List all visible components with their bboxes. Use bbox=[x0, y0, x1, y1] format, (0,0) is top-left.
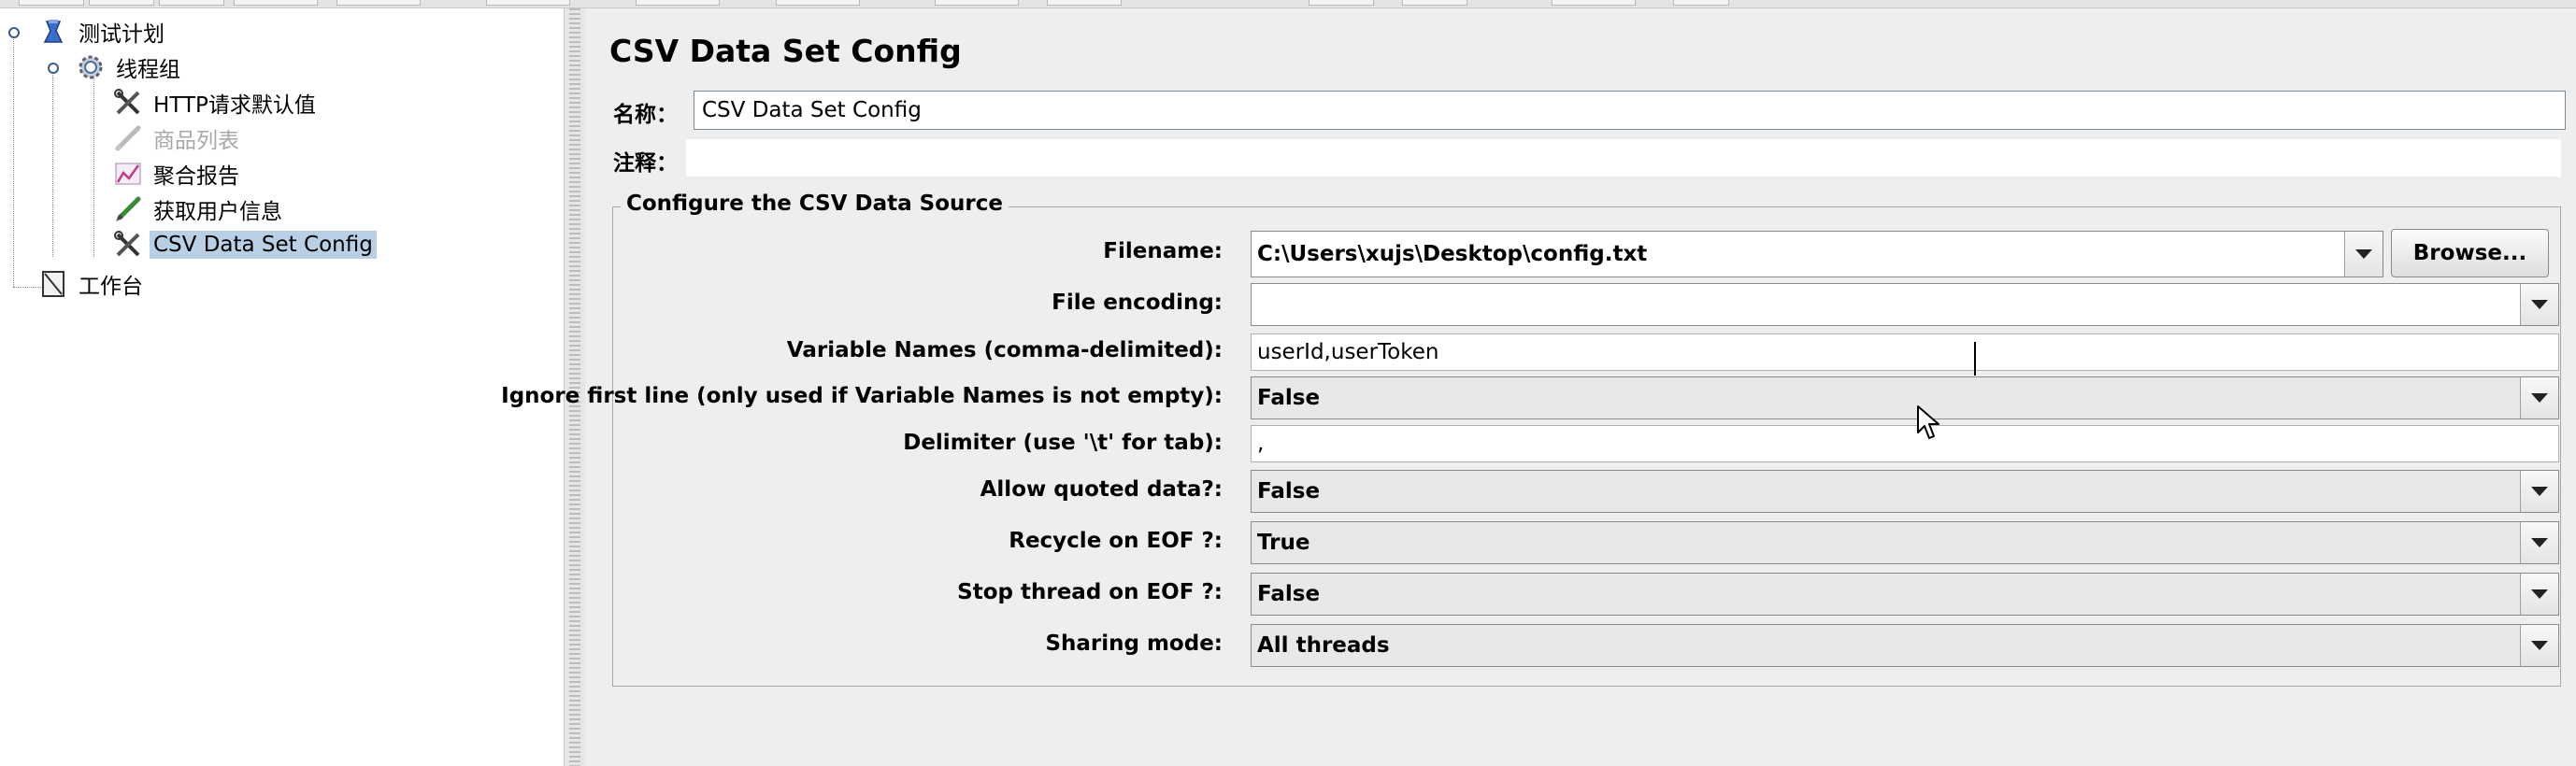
delimiter-label: Delimiter (use '\t' for tab): bbox=[903, 431, 1223, 455]
workbench-icon bbox=[37, 268, 69, 300]
thread-group-gear-icon bbox=[75, 51, 107, 83]
toolbar-button[interactable] bbox=[234, 0, 318, 6]
text-caret bbox=[1974, 342, 1976, 376]
page-title: CSV Data Set Config bbox=[609, 33, 962, 69]
toolbar-button[interactable] bbox=[935, 0, 1019, 6]
quoted-data-value[interactable]: False bbox=[1252, 471, 2520, 512]
encoding-label: File encoding: bbox=[1052, 291, 1223, 315]
tree-item-label: 工作台 bbox=[79, 275, 143, 299]
tree-item-thread-group[interactable]: 线程组 bbox=[75, 50, 184, 85]
filename-label: Filename: bbox=[1103, 239, 1223, 263]
variable-names-input[interactable]: userId,userToken bbox=[1251, 333, 2559, 371]
toolbar-button[interactable] bbox=[1047, 0, 1122, 6]
filename-value[interactable]: C:\Users\xujs\Desktop\config.txt bbox=[1252, 232, 2344, 277]
toolbar-button[interactable] bbox=[776, 0, 860, 6]
mouse-pointer-icon bbox=[1916, 404, 1944, 442]
tree-connector bbox=[13, 35, 14, 287]
chevron-down-icon[interactable] bbox=[2344, 232, 2383, 277]
test-plan-tree[interactable]: 测试计划 线程组 HTTP请求默认值 商品列表 聚合报告 获取用户信息 CSV … bbox=[0, 8, 565, 766]
stop-thread-value[interactable]: False bbox=[1252, 574, 2520, 615]
chevron-down-icon[interactable] bbox=[2520, 284, 2558, 325]
toolbar-button[interactable] bbox=[1552, 0, 1636, 6]
tree-item-label: HTTP请求默认值 bbox=[153, 93, 316, 118]
listener-chart-icon bbox=[112, 158, 144, 190]
toolbar-button[interactable] bbox=[486, 0, 570, 6]
chevron-down-icon[interactable] bbox=[2520, 625, 2558, 666]
recycle-label: Recycle on EOF ?: bbox=[1009, 529, 1223, 553]
tree-item-workbench[interactable]: 工作台 bbox=[37, 266, 147, 302]
stop-thread-label: Stop thread on EOF ?: bbox=[957, 580, 1223, 604]
sampler-pencil-icon bbox=[112, 122, 144, 154]
config-wrench-icon bbox=[112, 87, 144, 119]
name-field[interactable]: CSV Data Set Config bbox=[694, 91, 2566, 130]
tree-item-label: CSV Data Set Config bbox=[150, 231, 377, 259]
sampler-pencil-icon bbox=[112, 193, 144, 225]
chevron-down-icon[interactable] bbox=[2520, 574, 2558, 615]
sharing-mode-label: Sharing mode: bbox=[1045, 631, 1223, 656]
tree-item-label: 测试计划 bbox=[79, 22, 165, 47]
delimiter-input[interactable]: , bbox=[1251, 425, 2559, 462]
encoding-combo[interactable] bbox=[1251, 283, 2559, 326]
config-panel: CSV Data Set Config 名称： CSV Data Set Con… bbox=[501, 8, 2576, 766]
chevron-down-icon[interactable] bbox=[2520, 522, 2558, 563]
toolbar-button[interactable] bbox=[1673, 0, 1729, 6]
recycle-combo[interactable]: True bbox=[1251, 521, 2559, 564]
name-label: 名称： bbox=[613, 103, 678, 127]
toolbar bbox=[0, 0, 2576, 8]
toolbar-button[interactable] bbox=[89, 0, 154, 6]
encoding-value[interactable] bbox=[1252, 284, 2520, 325]
sharing-mode-combo[interactable]: All threads bbox=[1251, 624, 2559, 667]
tree-item-get-user-info[interactable]: 获取用户信息 bbox=[112, 192, 286, 227]
tree-connector bbox=[52, 70, 53, 257]
tree-item-product-list[interactable]: 商品列表 bbox=[112, 121, 243, 156]
ignore-first-line-combo[interactable]: False bbox=[1251, 376, 2559, 419]
config-wrench-icon bbox=[112, 229, 144, 261]
tree-item-label: 商品列表 bbox=[153, 129, 239, 153]
tree-item-label: 聚合报告 bbox=[153, 164, 239, 189]
toolbar-button[interactable] bbox=[636, 0, 720, 6]
toolbar-button[interactable] bbox=[1402, 0, 1467, 6]
comment-field[interactable] bbox=[686, 139, 2561, 177]
browse-button[interactable]: Browse... bbox=[2391, 229, 2549, 277]
tree-connector bbox=[93, 70, 94, 257]
tree-item-csv-data-set-config[interactable]: CSV Data Set Config bbox=[112, 227, 377, 262]
recycle-value[interactable]: True bbox=[1252, 522, 2520, 563]
variable-names-label: Variable Names (comma-delimited): bbox=[786, 338, 1223, 362]
stop-thread-combo[interactable]: False bbox=[1251, 573, 2559, 616]
collapse-toggle-icon[interactable] bbox=[7, 25, 21, 38]
sharing-mode-value[interactable]: All threads bbox=[1252, 625, 2520, 666]
toolbar-button[interactable] bbox=[159, 0, 224, 6]
chevron-down-icon[interactable] bbox=[2520, 377, 2558, 418]
chevron-down-icon[interactable] bbox=[2520, 471, 2558, 512]
group-title: Configure the CSV Data Source bbox=[621, 192, 1009, 216]
collapse-toggle-icon[interactable] bbox=[47, 61, 60, 74]
ignore-first-line-label: Ignore first line (only used if Variable… bbox=[501, 384, 1223, 408]
comment-label: 注释： bbox=[613, 151, 678, 176]
filename-combo[interactable]: C:\Users\xujs\Desktop\config.txt bbox=[1251, 231, 2383, 277]
tree-item-aggregate-report[interactable]: 聚合报告 bbox=[112, 156, 243, 192]
toolbar-button[interactable] bbox=[19, 0, 84, 6]
tree-item-http-defaults[interactable]: HTTP请求默认值 bbox=[112, 85, 320, 121]
quoted-data-label: Allow quoted data?: bbox=[980, 477, 1223, 502]
toolbar-button[interactable] bbox=[336, 0, 421, 6]
tree-item-test-plan[interactable]: 测试计划 bbox=[37, 14, 168, 50]
tree-item-label: 线程组 bbox=[116, 58, 180, 82]
ignore-first-line-value[interactable]: False bbox=[1252, 377, 2520, 418]
test-plan-icon bbox=[37, 16, 69, 48]
tree-item-label: 获取用户信息 bbox=[153, 200, 282, 224]
toolbar-button[interactable] bbox=[1309, 0, 1374, 6]
quoted-data-combo[interactable]: False bbox=[1251, 470, 2559, 513]
